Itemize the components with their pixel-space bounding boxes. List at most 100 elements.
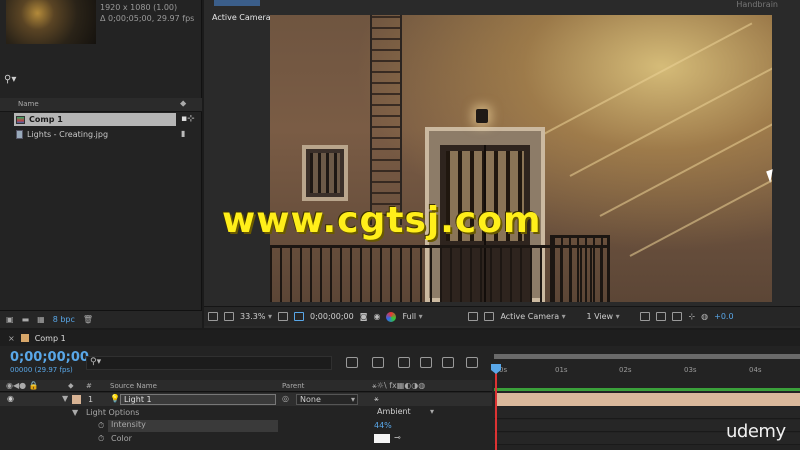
composition-canvas[interactable]	[270, 15, 772, 302]
active-camera-label: Active Camera	[212, 13, 271, 22]
composition-icon	[16, 115, 25, 124]
comp-duration: Δ 0;00;05;00, 29.97 fps	[100, 14, 195, 23]
parent-dropdown[interactable]: None	[296, 394, 358, 405]
label-color-swatch[interactable]: ▮	[181, 129, 185, 138]
layer-number: 1	[88, 395, 94, 404]
work-area-bar[interactable]	[494, 354, 800, 359]
flowchart-icon[interactable]: ▪⊹	[181, 114, 195, 124]
property-row-color[interactable]: ⏱ Color ⊸	[0, 433, 492, 446]
camera-dropdown[interactable]: Active Camera	[500, 312, 580, 321]
color-channels-icon[interactable]	[386, 311, 397, 322]
fast-previews-icon[interactable]	[656, 312, 667, 321]
motion-blur-icon[interactable]	[442, 357, 454, 368]
light-type-dropdown[interactable]: Ambient	[374, 407, 436, 418]
property-row-intensity[interactable]: ⏱ Intensity 44%	[0, 420, 492, 433]
current-time-indicator[interactable]	[495, 364, 497, 450]
project-panel	[0, 0, 202, 328]
project-item-label: Lights - Creating.jpg	[27, 130, 109, 139]
draft-3d-icon[interactable]	[372, 357, 384, 368]
lattice-tower	[370, 15, 402, 225]
ruler-tick: 02s	[619, 366, 632, 374]
region-of-interest-icon[interactable]	[468, 312, 479, 321]
interpret-footage-icon[interactable]: ▣	[6, 315, 14, 324]
project-search[interactable]: ⚲▾	[4, 74, 198, 92]
snapshot-icon[interactable]: ◙	[360, 312, 368, 321]
label-tag-icon[interactable]: ⬥	[68, 381, 74, 391]
close-icon[interactable]: ×	[8, 334, 15, 343]
monitor-icon[interactable]	[224, 312, 234, 321]
stair-highlight	[539, 22, 753, 137]
light-options-label: Light Options	[86, 408, 140, 417]
comp-dimensions: 1920 x 1080 (1.00)	[100, 3, 178, 12]
eye-icon[interactable]: ◉	[7, 394, 14, 403]
layer-duration-bar[interactable]	[497, 393, 800, 406]
timeline-column-header: ◉◀● 🔒 ⬥ # Source Name Parent ⚹☼\ fx▦◐◑◍	[0, 380, 492, 392]
timeline-timecode[interactable]: 0;00;00;00	[10, 350, 89, 365]
layer-number-header: #	[86, 382, 92, 390]
comp-thumbnail	[6, 0, 96, 44]
stair-highlight	[569, 67, 772, 177]
property-track	[494, 407, 800, 419]
render-bar	[494, 388, 800, 391]
image-file-icon	[16, 130, 23, 139]
shy-layers-icon[interactable]	[398, 357, 410, 368]
view-layout-dropdown[interactable]: 1 View	[586, 312, 634, 321]
timeline-icon[interactable]	[672, 312, 683, 321]
show-snapshot-icon[interactable]: ◉	[373, 312, 380, 321]
viewer-tab[interactable]	[214, 0, 260, 6]
frame-blending-icon[interactable]	[420, 357, 432, 368]
ruler-tick: 04s	[749, 366, 762, 374]
stopwatch-icon[interactable]: ⏱	[98, 434, 104, 444]
zoom-dropdown[interactable]: 33.3%	[240, 312, 272, 321]
bit-depth-button[interactable]: 8 bpc	[53, 315, 75, 324]
pick-whip-icon[interactable]: ◎	[282, 394, 289, 403]
frame-info: 00000 (29.97 fps)	[10, 366, 73, 374]
layer-label-color[interactable]	[72, 395, 81, 404]
av-features-icons[interactable]: ◉◀● 🔒	[6, 381, 39, 390]
intensity-label: Intensity	[108, 420, 278, 432]
trash-icon[interactable]: 🗑	[83, 315, 93, 324]
mask-visibility-icon[interactable]	[293, 312, 304, 321]
pixel-aspect-icon[interactable]	[640, 312, 651, 321]
layer-name[interactable]: Light 1	[120, 394, 276, 405]
title-safe-icon[interactable]	[277, 312, 288, 321]
transparency-grid-icon[interactable]	[484, 312, 495, 321]
search-icon[interactable]: ⚲▾	[4, 74, 16, 85]
timeline-search-input[interactable]: ⚲▾	[86, 356, 332, 370]
layer-switches-icons[interactable]: ⚹☼\ fx▦◐◑◍	[372, 381, 425, 391]
new-folder-icon[interactable]: ▬	[22, 315, 30, 324]
always-preview-icon[interactable]	[208, 312, 218, 321]
project-item-image[interactable]: Lights - Creating.jpg	[14, 128, 176, 141]
project-footer: ▣ ▬ ▦ 8 bpc 🗑	[0, 310, 202, 328]
name-column-label[interactable]: Name	[18, 100, 39, 108]
current-time-display[interactable]: 0;00;00;00	[310, 312, 354, 321]
viewer-tab-right[interactable]: Handbrain	[736, 0, 778, 9]
resolution-dropdown[interactable]: Full	[402, 312, 462, 321]
composition-mini-flowchart-icon[interactable]	[346, 357, 358, 368]
light-layer-icon: 💡	[110, 394, 120, 403]
intensity-value[interactable]: 44%	[374, 421, 392, 430]
color-label: Color	[111, 434, 132, 443]
comp-label-color	[20, 334, 29, 342]
property-group-row[interactable]: ▼ Light Options Ambient	[0, 407, 492, 420]
graph-editor-icon[interactable]	[466, 357, 478, 368]
reset-exposure-icon[interactable]: ◍	[701, 312, 708, 321]
exposure-value[interactable]: +0.0	[714, 312, 733, 321]
source-name-header[interactable]: Source Name	[110, 382, 157, 390]
parent-header[interactable]: Parent	[282, 382, 304, 390]
stopwatch-icon[interactable]: ⏱	[98, 421, 104, 431]
label-tag-icon[interactable]: ⬥	[180, 99, 186, 109]
expand-triangle-icon[interactable]: ▼	[72, 408, 78, 417]
stair-highlight	[599, 111, 772, 217]
color-swatch[interactable]	[374, 434, 390, 443]
expand-triangle-icon[interactable]: ▼	[62, 394, 68, 403]
new-comp-icon[interactable]: ▦	[37, 315, 45, 324]
timeline-tab[interactable]: Comp 1	[35, 334, 66, 343]
flowchart-view-icon[interactable]: ⊹	[688, 312, 695, 321]
barred-window	[302, 145, 348, 201]
ruler-tick: 03s	[684, 366, 697, 374]
project-item-comp[interactable]: Comp 1	[14, 113, 176, 126]
layer-row[interactable]: ◉ ▼ 1 💡 Light 1 ◎ None ⚹	[0, 393, 492, 406]
eyedropper-icon[interactable]: ⊸	[394, 433, 401, 442]
shy-switch-icon[interactable]: ⚹	[374, 394, 379, 404]
